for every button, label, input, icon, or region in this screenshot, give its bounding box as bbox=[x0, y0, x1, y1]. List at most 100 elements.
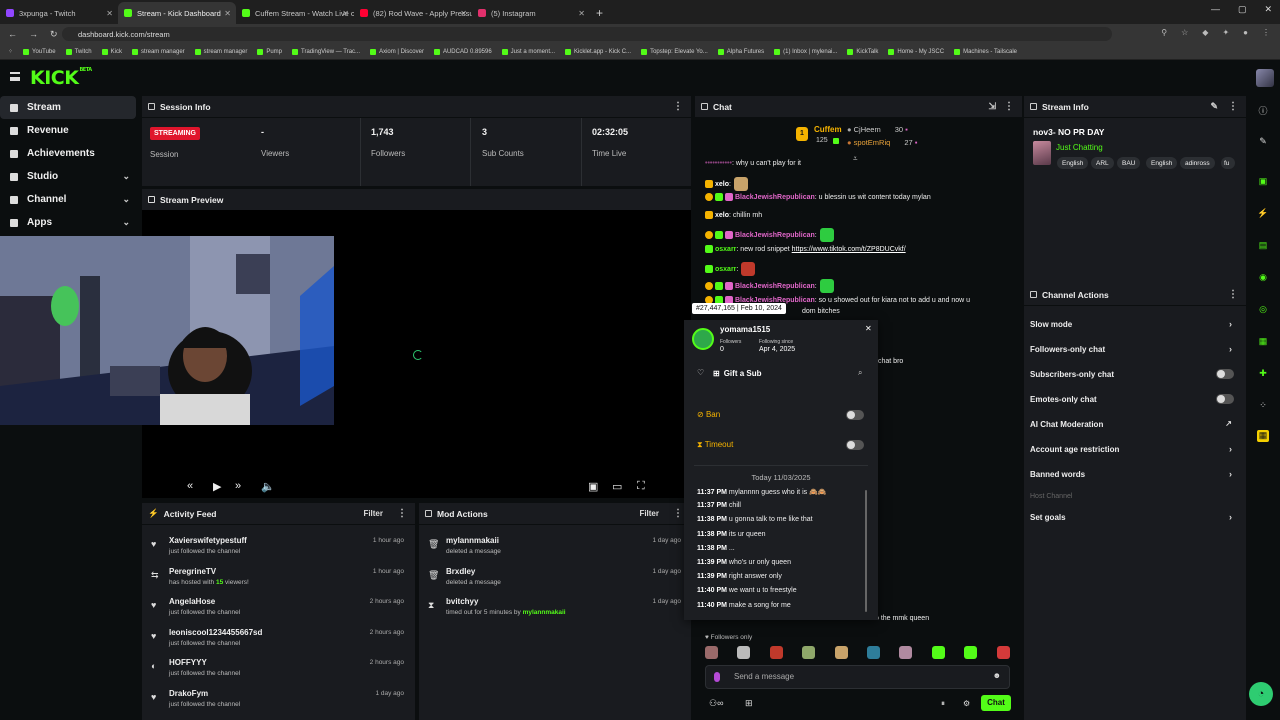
close-icon[interactable]: ✕ bbox=[342, 9, 349, 18]
browser-tab[interactable]: Stream - Kick Dashboard ✕ bbox=[118, 2, 236, 24]
wrench-icon[interactable]: ✚ bbox=[1257, 368, 1269, 380]
kick-logo[interactable]: KICKBETA bbox=[30, 67, 92, 89]
reload-icon[interactable]: ↻ bbox=[50, 29, 58, 40]
channel-action-slow-mode[interactable]: Slow mode › bbox=[1030, 319, 1240, 329]
menu-icon[interactable]: ⋮ bbox=[1262, 28, 1270, 37]
emote-icon[interactable] bbox=[802, 646, 816, 659]
close-icon[interactable]: ✕ bbox=[106, 9, 113, 18]
feed-username[interactable]: mylannmakaii bbox=[446, 536, 499, 545]
volume-icon[interactable]: 🔈 bbox=[261, 480, 275, 493]
bookmark-item[interactable]: Kick bbox=[101, 48, 122, 55]
chat-username[interactable]: xelo bbox=[715, 212, 729, 219]
sidebar-item-stream[interactable]: Stream bbox=[0, 96, 136, 119]
feed-username[interactable]: Xavierswifetypestuff bbox=[169, 536, 247, 545]
chat-username[interactable]: osxarr bbox=[715, 266, 736, 273]
bookmark-item[interactable]: Just a moment... bbox=[501, 48, 555, 55]
chat-username[interactable]: BlackJewishRepublican bbox=[735, 194, 815, 201]
info-icon[interactable]: ⓘ bbox=[1257, 104, 1269, 116]
browser-tab[interactable]: Cuffem Stream - Watch Live on ✕ bbox=[236, 2, 354, 24]
chat-bubble-icon[interactable]: ◉ bbox=[1257, 272, 1269, 284]
back-icon[interactable]: ← bbox=[8, 29, 17, 39]
fullscreen-icon[interactable]: ⛶ bbox=[637, 480, 645, 493]
list-item[interactable]: ♥ DrakoFym just followed the channel 1 day … bbox=[142, 686, 414, 716]
url-field[interactable]: dashboard.kick.com/stream bbox=[62, 27, 1112, 41]
emote-icon[interactable] bbox=[834, 646, 848, 659]
channel-action-account-age-restriction[interactable]: Account age restriction › bbox=[1030, 444, 1240, 454]
feed-username[interactable]: PeregrineTV bbox=[169, 567, 216, 576]
list-item[interactable]: ♥ Xavierswifetypestuff just followed the c… bbox=[142, 533, 414, 563]
emote-icon[interactable] bbox=[705, 646, 718, 659]
bookmark-item[interactable]: Machines - Tailscale bbox=[954, 48, 1017, 55]
play-icon[interactable]: ▶ bbox=[213, 480, 221, 493]
close-window-icon[interactable]: ✕ bbox=[1264, 4, 1272, 15]
list-item[interactable]: ⧗ bvitchyy timed out for 5 minutes by myla… bbox=[419, 594, 691, 624]
bookmark-item[interactable]: (1) Inbox | mylenai... bbox=[774, 48, 837, 55]
more-icon[interactable]: ⋮ bbox=[1004, 101, 1014, 112]
sidebar-item-studio[interactable]: Studio ⌄ bbox=[0, 165, 140, 188]
category-link[interactable]: Just Chatting bbox=[1056, 143, 1103, 152]
toggle-switch[interactable] bbox=[1216, 369, 1234, 379]
popout-icon[interactable]: ⇲ bbox=[988, 101, 996, 112]
emote-icon[interactable] bbox=[899, 646, 913, 659]
heart-icon[interactable]: ♡ bbox=[697, 368, 704, 377]
chat-link[interactable]: https://www.tiktok.com/t/ZP8DUCvkf/ bbox=[792, 246, 906, 253]
apps-grid-icon[interactable]: ⁘ bbox=[8, 48, 13, 55]
close-icon[interactable]: ✕ bbox=[460, 9, 467, 18]
emote-icon[interactable] bbox=[769, 646, 783, 659]
browser-tab[interactable]: (82) Rod Wave - Apply Pressure ✕ bbox=[354, 2, 472, 24]
chat-username[interactable]: osxarr bbox=[715, 246, 736, 253]
feed-username[interactable]: DrakoFym bbox=[169, 689, 208, 698]
emote-icon[interactable] bbox=[737, 646, 751, 659]
bookmark-item[interactable]: Twitch bbox=[65, 48, 92, 55]
star-icon[interactable]: ☆ bbox=[1181, 28, 1188, 37]
broadcast-icon[interactable]: ◎ bbox=[1257, 304, 1269, 316]
channel-action-subscribers-only-chat[interactable]: Subscribers-only chat bbox=[1030, 369, 1240, 379]
toggle-switch[interactable] bbox=[1216, 394, 1234, 404]
list-item[interactable]: ⇆ PeregrineTV has hosted with 15 viewers! 1… bbox=[142, 564, 414, 594]
profile-icon[interactable]: ● bbox=[1243, 28, 1248, 37]
leaderboard-third[interactable]: ● spotEmRiq 27 ▪ bbox=[847, 138, 917, 147]
gift-a-sub-button[interactable]: ⊞ Gift a Sub bbox=[713, 366, 761, 380]
new-tab-button[interactable]: + bbox=[596, 2, 603, 24]
edit-icon[interactable]: ✎ bbox=[1210, 101, 1218, 112]
bookmark-item[interactable]: TradingView — Trac... bbox=[292, 48, 360, 55]
more-icon[interactable]: ⋮ bbox=[1228, 289, 1238, 300]
emoji-icon[interactable]: ☻ bbox=[993, 671, 1001, 680]
more-icon[interactable]: ⋮ bbox=[1228, 101, 1238, 112]
forward-icon[interactable]: → bbox=[29, 29, 38, 39]
pin-icon[interactable]: ⌕ bbox=[858, 368, 862, 378]
bookmark-item[interactable]: YouTube bbox=[23, 48, 56, 55]
chat-username[interactable]: BlackJewishRepublican bbox=[735, 283, 815, 290]
chat-username[interactable]: xelo bbox=[715, 181, 729, 188]
feed-username[interactable]: Brxdley bbox=[446, 567, 475, 576]
chat-input[interactable]: Send a message ☻ bbox=[705, 665, 1010, 689]
widget-icon[interactable]: ▦ bbox=[1257, 430, 1269, 442]
feed-username[interactable]: HOFFYYY bbox=[169, 658, 207, 667]
bookmark-item[interactable]: Home - My JSCC bbox=[888, 48, 944, 55]
avatar[interactable] bbox=[1256, 69, 1274, 87]
send-chat-button[interactable]: Chat bbox=[981, 695, 1011, 711]
close-icon[interactable]: ✕ bbox=[865, 324, 872, 333]
extension-icon[interactable]: ◆ bbox=[1202, 28, 1208, 37]
hamburger-menu-icon[interactable] bbox=[10, 72, 20, 81]
bookmark-item[interactable]: Pump bbox=[257, 48, 282, 55]
maximize-icon[interactable]: ▢ bbox=[1238, 4, 1247, 15]
leaderboard-first-name[interactable]: Cuffem bbox=[814, 125, 842, 134]
more-icon[interactable]: ⋮ bbox=[673, 508, 683, 519]
channel-action-ai-chat-moderation[interactable]: AI Chat Moderation ↗ bbox=[1030, 419, 1240, 429]
close-icon[interactable]: ✕ bbox=[224, 9, 231, 18]
filter-button[interactable]: Filter bbox=[363, 509, 383, 518]
close-icon[interactable]: ✕ bbox=[578, 9, 585, 18]
browser-tab[interactable]: (5) Instagram ✕ bbox=[472, 2, 590, 24]
sidebar-item-revenue[interactable]: Revenue bbox=[0, 119, 140, 142]
ban-toggle[interactable] bbox=[846, 410, 864, 420]
lightning-icon[interactable]: ⚡ bbox=[1257, 208, 1269, 220]
emote-icon[interactable] bbox=[931, 646, 945, 659]
channel-action-emotes-only-chat[interactable]: Emotes-only chat bbox=[1030, 394, 1240, 404]
list-item[interactable]: ◐ HOFFYYY just followed the channel 2 hours… bbox=[142, 655, 414, 685]
minimize-icon[interactable]: — bbox=[1211, 4, 1220, 15]
list-item[interactable]: ♥ AngelaHose just followed the channel 2 ho… bbox=[142, 594, 414, 624]
stream-key-icon[interactable]: ▣ bbox=[1257, 176, 1269, 188]
sidebar-item-channel[interactable]: Channel ⌄ bbox=[0, 188, 140, 211]
browser-tab[interactable]: 3xpunga - Twitch ✕ bbox=[0, 2, 118, 24]
